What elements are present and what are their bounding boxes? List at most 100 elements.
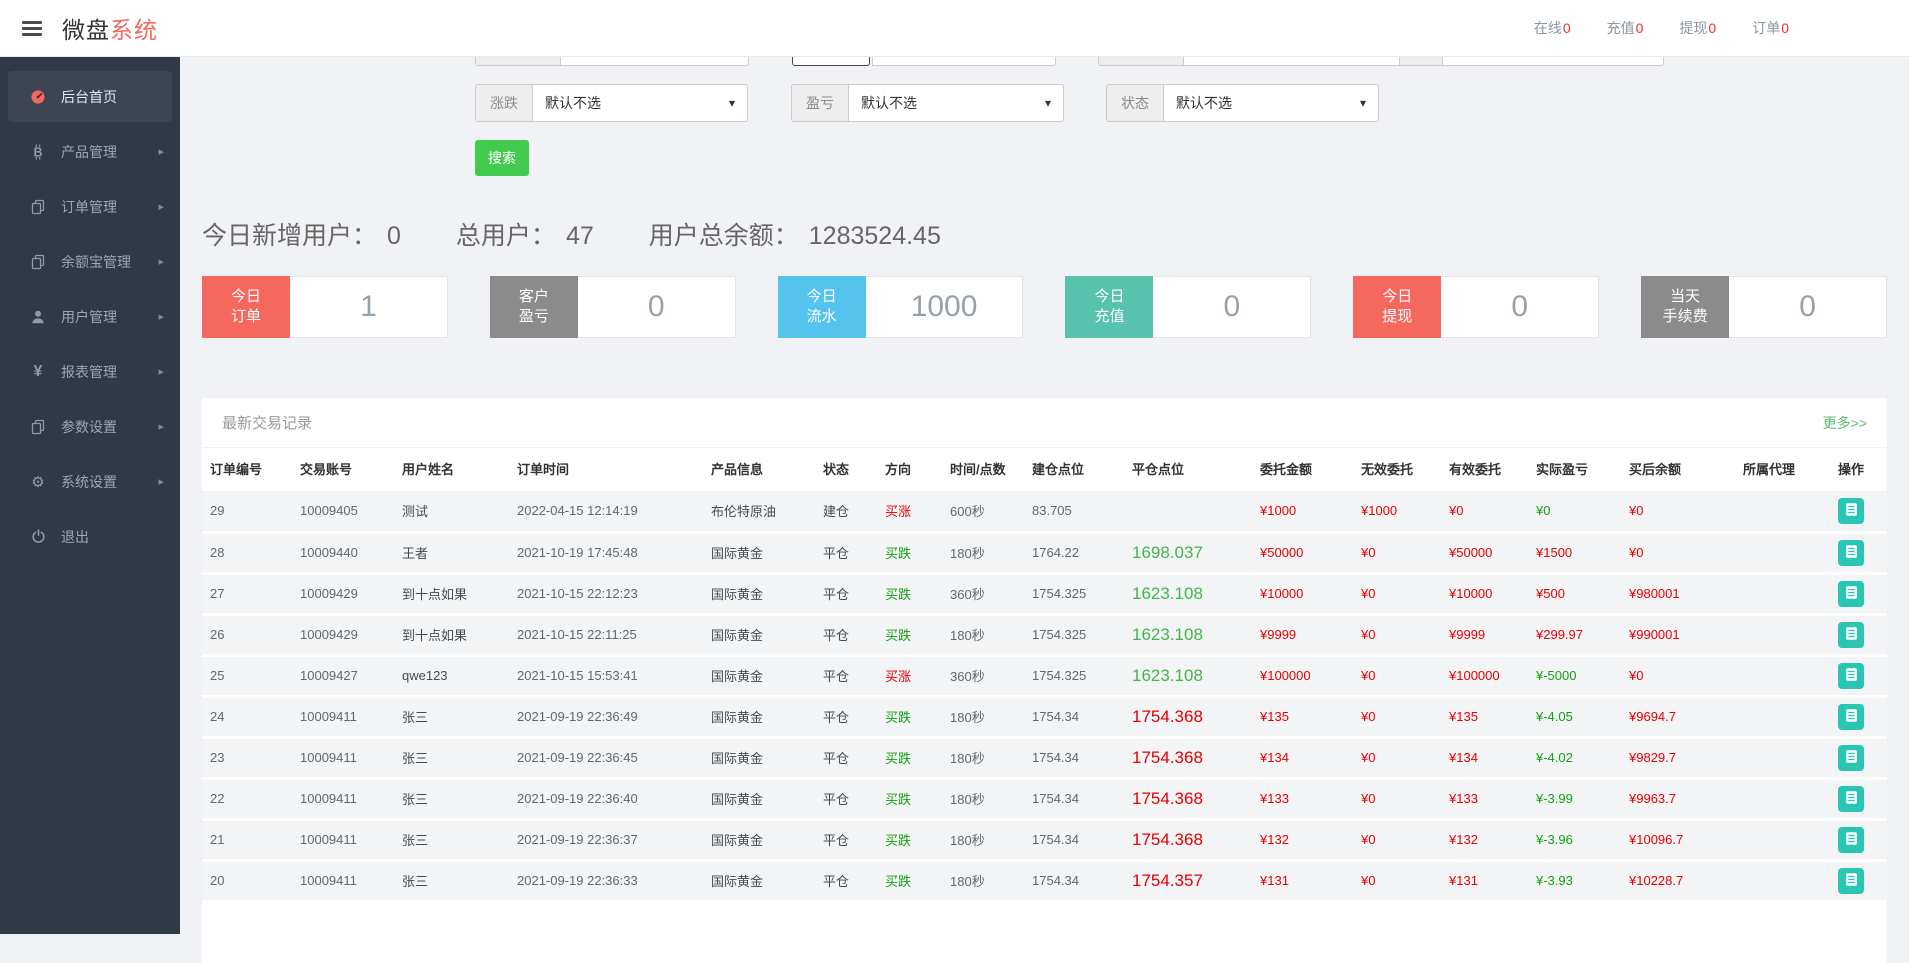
- cell: 买跌: [885, 737, 950, 778]
- cell: 平仓: [823, 860, 885, 901]
- cell: ¥0: [1629, 532, 1743, 573]
- cell: qwe123: [402, 655, 517, 696]
- cell: 22: [202, 778, 300, 819]
- cell: ¥0: [1361, 778, 1449, 819]
- row-detail-button[interactable]: [1838, 498, 1864, 524]
- cell: [1743, 573, 1838, 614]
- stat-card-value: 0: [1441, 277, 1598, 337]
- stat-card-label: 今日 订单: [202, 276, 290, 338]
- cell: 国际黄金: [711, 778, 823, 819]
- cell: ¥0: [1361, 737, 1449, 778]
- row-detail-button[interactable]: [1838, 663, 1864, 689]
- topbar-links: 在线0 充值0 提现0 订单0: [1534, 18, 1789, 38]
- cell: [1743, 614, 1838, 655]
- profit-select[interactable]: 默认不选▾: [849, 84, 1064, 122]
- yen-icon: ¥: [28, 363, 48, 381]
- count-badge: 0: [1781, 20, 1789, 36]
- sidebar-item-label: 用户管理: [61, 307, 117, 327]
- row-detail-button[interactable]: [1838, 745, 1864, 771]
- cell: ¥-3.96: [1536, 819, 1629, 860]
- cell: 平仓: [823, 573, 885, 614]
- cell-action: [1838, 614, 1887, 655]
- table-row: 2110009411张三2021-09-19 22:36:37国际黄金平仓买跌1…: [202, 819, 1887, 860]
- cell: 1754.325: [1032, 614, 1132, 655]
- updown-select[interactable]: 默认不选▾: [533, 84, 748, 122]
- cell: 张三: [402, 778, 517, 819]
- cell: ¥9999: [1260, 614, 1361, 655]
- row-detail-button[interactable]: [1838, 786, 1864, 812]
- cell: 到十点如果: [402, 614, 517, 655]
- cell: 买跌: [885, 573, 950, 614]
- topnav-提现[interactable]: 提现0: [1679, 18, 1716, 38]
- cell: ¥9999: [1449, 614, 1536, 655]
- cell: 1698.037: [1132, 532, 1260, 573]
- sidebar-item-label: 退出: [61, 527, 89, 547]
- row-detail-button[interactable]: [1838, 704, 1864, 730]
- stat-card-value: 0: [578, 277, 735, 337]
- cell: 24: [202, 696, 300, 737]
- more-link[interactable]: 更多>>: [1823, 413, 1867, 433]
- action-list-icon: [1844, 872, 1859, 890]
- sidebar-item-报表管理[interactable]: ¥报表管理▸: [0, 344, 180, 399]
- cell: 1754.357: [1132, 860, 1260, 901]
- sidebar-item-退出[interactable]: 退出: [0, 509, 180, 564]
- cell: 21: [202, 819, 300, 860]
- total-users-label: 总用户：: [456, 222, 556, 250]
- cell: 2021-10-15 22:12:23: [517, 573, 711, 614]
- stat-card-label: 今日 提现: [1353, 276, 1441, 338]
- stat-card: 当天 手续费0: [1641, 276, 1887, 338]
- search-button[interactable]: 搜索: [475, 140, 529, 176]
- stat-card: 客户 盈亏0: [490, 276, 736, 338]
- new-users-label: 今日新增用户：: [202, 222, 377, 250]
- row-detail-button[interactable]: [1838, 581, 1864, 607]
- cell: 测试: [402, 491, 517, 532]
- sidebar-item-余额宝管理[interactable]: 余额宝管理▸: [0, 234, 180, 289]
- cell: 180秒: [950, 532, 1032, 573]
- cell: [1743, 778, 1838, 819]
- cell: 1754.34: [1032, 737, 1132, 778]
- topnav-充值[interactable]: 充值0: [1607, 18, 1644, 38]
- sidebar-item-用户管理[interactable]: 用户管理▸: [0, 289, 180, 344]
- stat-card: 今日 充值0: [1065, 276, 1311, 338]
- sidebar-item-后台首页[interactable]: 后台首页: [8, 71, 172, 122]
- row-detail-button[interactable]: [1838, 540, 1864, 566]
- cell: 平仓: [823, 532, 885, 573]
- cell: 国际黄金: [711, 860, 823, 901]
- cell: ¥1500: [1536, 532, 1629, 573]
- total-balance-value: 1283524.45: [809, 222, 941, 250]
- stat-card-label: 当天 手续费: [1641, 276, 1729, 338]
- sidebar-item-参数设置[interactable]: 参数设置▸: [0, 399, 180, 454]
- cell: ¥10000: [1449, 573, 1536, 614]
- chevron-right-icon: ▸: [158, 365, 164, 378]
- cell: 平仓: [823, 819, 885, 860]
- column-header: 操作: [1838, 448, 1887, 491]
- row-detail-button[interactable]: [1838, 827, 1864, 853]
- action-list-icon: [1844, 790, 1859, 808]
- cell: ¥0: [1361, 573, 1449, 614]
- topnav-在线[interactable]: 在线0: [1534, 18, 1571, 38]
- table-row: 2010009411张三2021-09-19 22:36:33国际黄金平仓买跌1…: [202, 860, 1887, 901]
- row-detail-button[interactable]: [1838, 868, 1864, 894]
- status-select[interactable]: 默认不选▾: [1164, 84, 1379, 122]
- bitcoin-icon: B: [28, 144, 48, 160]
- cell: 10009411: [300, 860, 402, 901]
- cell: 2021-09-19 22:36:40: [517, 778, 711, 819]
- sidebar-item-系统设置[interactable]: ⚙系统设置▸: [0, 454, 180, 509]
- sidebar-item-产品管理[interactable]: B产品管理▸: [0, 124, 180, 179]
- stat-card: 今日 订单1: [202, 276, 448, 338]
- stat-card-value: 0: [1729, 277, 1886, 337]
- cell: 1764.22: [1032, 532, 1132, 573]
- cell: 1754.34: [1032, 696, 1132, 737]
- cell: 83.705: [1032, 491, 1132, 532]
- app-logo: 微盘系统: [62, 11, 158, 45]
- topnav-订单[interactable]: 订单0: [1752, 18, 1789, 38]
- row-detail-button[interactable]: [1838, 622, 1864, 648]
- table-row: 2710009429到十点如果2021-10-15 22:12:23国际黄金平仓…: [202, 573, 1887, 614]
- topbar: 微盘系统 在线0 充值0 提现0 订单0: [0, 0, 1909, 57]
- cell: 1754.34: [1032, 860, 1132, 901]
- menu-toggle-icon[interactable]: [22, 18, 42, 39]
- user-icon: [28, 309, 48, 325]
- stat-card-value: 1: [290, 277, 447, 337]
- table-row: 2510009427qwe1232021-10-15 15:53:41国际黄金平…: [202, 655, 1887, 696]
- sidebar-item-订单管理[interactable]: 订单管理▸: [0, 179, 180, 234]
